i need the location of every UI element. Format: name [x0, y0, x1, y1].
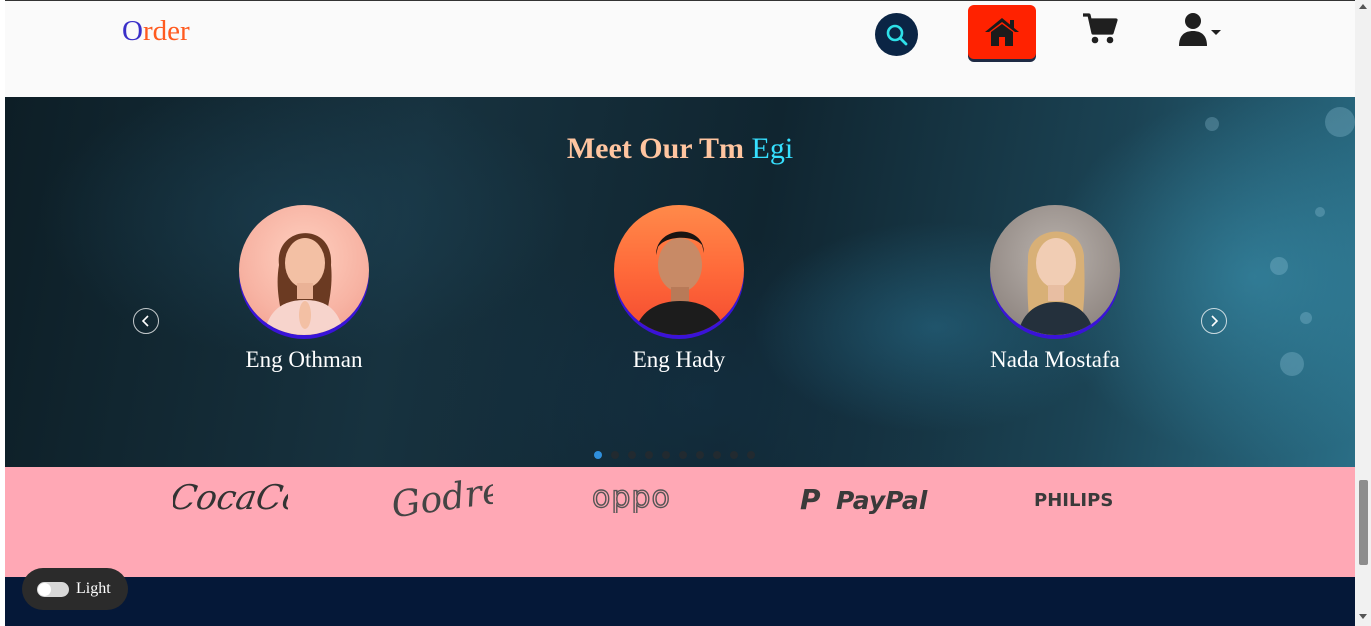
carousel-prev-button[interactable]: [133, 308, 159, 334]
footer: [5, 577, 1355, 626]
user-menu-button[interactable]: [1175, 9, 1225, 49]
svg-text:oppo: oppo: [592, 483, 671, 513]
team-carousel: Meet Our Tm Egi Eng Othman Eng Hady Nada…: [5, 97, 1355, 467]
team-member-card: Eng Hady: [579, 205, 779, 373]
carousel-next-button[interactable]: [1201, 308, 1227, 334]
carousel-dot[interactable]: [713, 451, 721, 459]
brand-logo[interactable]: Order: [122, 15, 190, 48]
carousel-dot[interactable]: [730, 451, 738, 459]
philips-logo: PHILIPS: [1034, 487, 1124, 518]
scrollbar-thumb[interactable]: [1359, 480, 1368, 565]
title-main: Meet Our Tm: [566, 132, 752, 165]
user-icon: [1179, 13, 1221, 46]
svg-text:PayPal: PayPal: [836, 486, 928, 515]
brand-rest: rder: [142, 15, 190, 47]
paypal-logo: P PayPal: [800, 479, 935, 524]
member-name: Eng Hady: [632, 347, 726, 372]
carousel-dot[interactable]: [628, 451, 636, 459]
svg-text:PHILIPS: PHILIPS: [1034, 490, 1113, 511]
carousel-indicators: [594, 451, 755, 459]
cart-button[interactable]: [1080, 9, 1120, 49]
bokeh-light: [1205, 117, 1219, 131]
carousel-dot[interactable]: [747, 451, 755, 459]
chevron-right-icon: [1211, 315, 1219, 327]
bokeh-light: [1270, 257, 1288, 275]
team-member-card: Eng Othman: [204, 205, 404, 373]
avatar: [614, 205, 744, 335]
member-name: Nada Mostafa: [990, 347, 1120, 372]
scroll-up-arrow-icon[interactable]: [1359, 4, 1367, 9]
bokeh-light: [1300, 312, 1312, 324]
avatar: [239, 205, 369, 335]
oppo-logo: oppo: [591, 479, 712, 518]
team-member-card: Nada Mostafa: [955, 205, 1155, 373]
brand-initial: O: [122, 15, 143, 47]
coca-cola-logo: CocaCola: [167, 473, 337, 526]
chevron-left-icon: [141, 315, 149, 327]
team-section-title: Meet Our Tm Egi: [5, 132, 1355, 166]
toggle-knob: [38, 582, 51, 596]
theme-toggle-label: Light: [76, 580, 111, 597]
navbar: Order: [5, 1, 1355, 97]
search-icon: [886, 24, 907, 45]
bokeh-light: [1280, 352, 1304, 376]
title-accent: Egi: [751, 132, 794, 165]
brands-strip: CocaCola Godrej oppo P PayPal PHILIPS: [5, 467, 1355, 577]
home-button[interactable]: [968, 5, 1036, 59]
home-icon: [985, 18, 1019, 46]
theme-toggle[interactable]: Light: [22, 568, 128, 610]
carousel-dot[interactable]: [594, 451, 602, 459]
carousel-dot[interactable]: [611, 451, 619, 459]
page-scrollbar[interactable]: [1355, 0, 1371, 626]
svg-text:P: P: [800, 483, 821, 516]
member-name: Eng Othman: [245, 347, 363, 372]
carousel-dot[interactable]: [645, 451, 653, 459]
carousel-dot[interactable]: [679, 451, 687, 459]
svg-text:CocaCola: CocaCola: [173, 478, 288, 518]
scroll-down-arrow-icon[interactable]: [1359, 614, 1367, 619]
carousel-dot[interactable]: [662, 451, 670, 459]
godrej-logo: Godrej: [388, 468, 517, 534]
search-button[interactable]: [875, 13, 918, 56]
bokeh-light: [1315, 207, 1325, 217]
cart-icon: [1083, 13, 1118, 44]
toggle-switch[interactable]: [37, 581, 69, 597]
carousel-dot[interactable]: [696, 451, 704, 459]
avatar: [990, 205, 1120, 335]
svg-text:Godrej: Godrej: [389, 473, 493, 526]
